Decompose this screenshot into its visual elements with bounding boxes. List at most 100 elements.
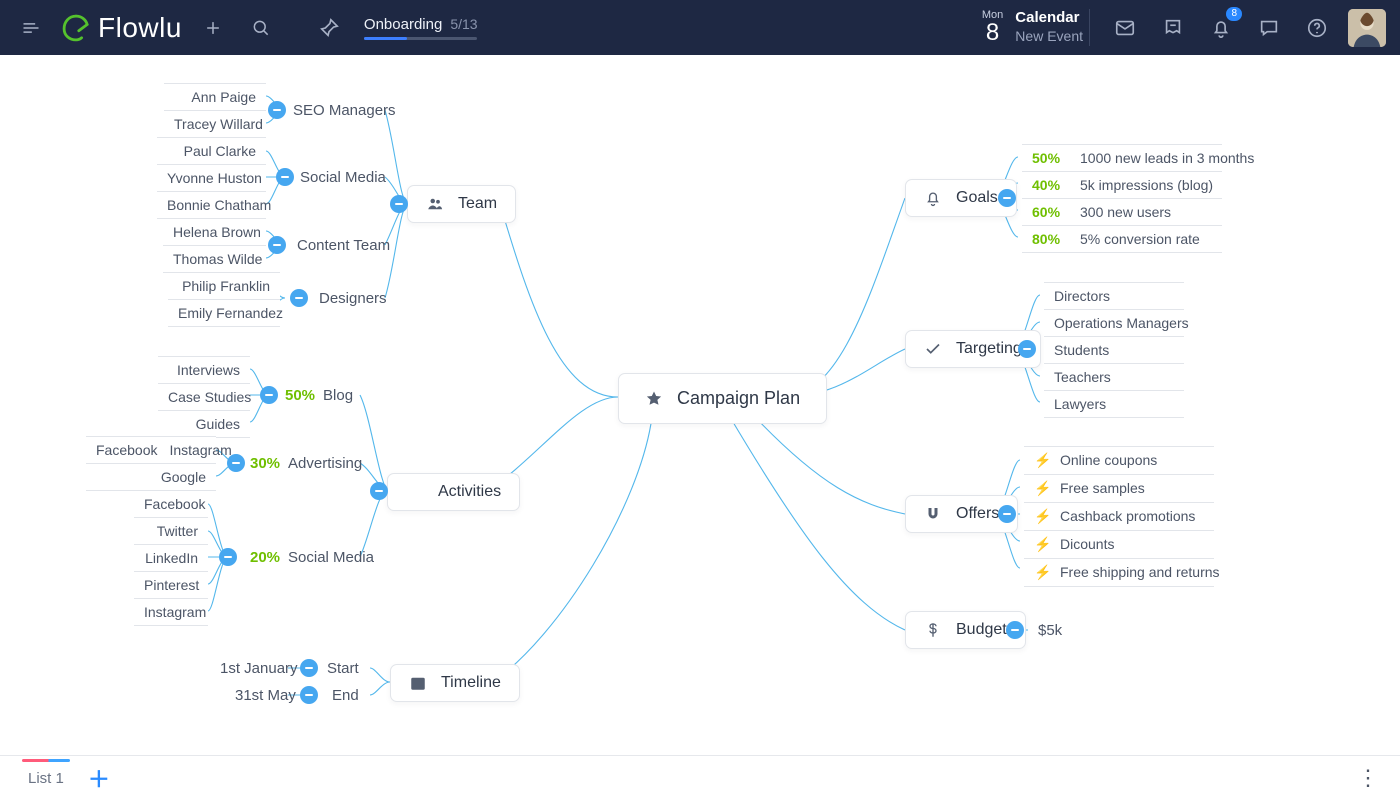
inbox-button[interactable]	[1108, 11, 1142, 45]
leaf-item[interactable]: FacebookInstagram	[86, 436, 216, 464]
targeting-item[interactable]: Directors	[1044, 282, 1184, 310]
leaf-member[interactable]: Yvonne Huston	[157, 164, 266, 192]
mindmap-center-node[interactable]: Campaign Plan	[618, 373, 827, 424]
calendar-widget[interactable]: Mon 8 Calendar New Event	[982, 9, 1090, 45]
collapse-team-social[interactable]	[276, 168, 294, 186]
leaf-item[interactable]: Interviews	[158, 356, 250, 384]
timeline-end-value[interactable]: 31st May	[235, 687, 296, 704]
leaf-member[interactable]: Bonnie Chatham	[157, 191, 266, 219]
goal-item[interactable]: 40%5k impressions (blog)	[1022, 171, 1222, 199]
collapse-blog[interactable]	[260, 386, 278, 404]
notification-badge: 8	[1226, 7, 1242, 21]
leaf-member[interactable]: Emily Fernandez	[168, 299, 280, 327]
leaf-item[interactable]: Twitter	[134, 517, 208, 545]
timeline-start-value[interactable]: 1st January	[220, 660, 298, 677]
collapse-timeline-end[interactable]	[300, 686, 318, 704]
blog-items: Interviews Case Studies Guides	[158, 356, 250, 438]
timeline-end-label[interactable]: End	[332, 687, 359, 704]
calendar-icon	[409, 674, 427, 692]
targeting-item[interactable]: Teachers	[1044, 363, 1184, 391]
targeting-items: Directors Operations Managers Students T…	[1044, 282, 1184, 418]
leaf-member[interactable]: Ann Paige	[164, 83, 266, 111]
collapse-targeting[interactable]	[1018, 340, 1036, 358]
goal-item[interactable]: 50%1000 new leads in 3 months	[1022, 144, 1222, 172]
timeline-start-label[interactable]: Start	[327, 660, 359, 677]
collapse-goals[interactable]	[998, 189, 1016, 207]
star-icon	[645, 390, 663, 408]
activities-blog[interactable]: 50%Blog	[285, 387, 353, 404]
collapse-timeline-start[interactable]	[300, 659, 318, 677]
goal-item[interactable]: 80%5% conversion rate	[1022, 225, 1222, 253]
leaf-item[interactable]: Pinterest	[134, 571, 208, 599]
leaf-item[interactable]: LinkedIn	[134, 544, 208, 572]
offer-item[interactable]: ⚡Free samples	[1024, 474, 1214, 503]
collapse-activities[interactable]	[370, 482, 388, 500]
goal-item[interactable]: 60%300 new users	[1022, 198, 1222, 226]
leaf-item[interactable]: Case Studies	[158, 383, 250, 411]
leaf-item[interactable]: Guides	[158, 410, 250, 438]
team-seo-members: Ann Paige Tracey Willard	[164, 83, 266, 138]
collapse-budget[interactable]	[1006, 621, 1024, 639]
collapse-designers[interactable]	[290, 289, 308, 307]
node-timeline[interactable]: Timeline	[390, 664, 520, 702]
activities-advertising[interactable]: 30%Advertising	[250, 455, 362, 472]
team-designers-label[interactable]: Designers	[319, 290, 387, 307]
collapse-team[interactable]	[390, 195, 408, 213]
node-activities[interactable]: Activities	[387, 473, 520, 511]
onboarding-progress: 5/13	[450, 16, 477, 32]
onboarding-widget[interactable]: Onboarding 5/13	[364, 16, 478, 40]
collapse-offers[interactable]	[998, 505, 1016, 523]
offer-item[interactable]: ⚡Cashback promotions	[1024, 502, 1214, 531]
onboarding-progress-bar	[364, 37, 477, 40]
team-content-label[interactable]: Content Team	[297, 237, 390, 254]
sidebar-toggle[interactable]	[14, 11, 48, 45]
offer-item[interactable]: ⚡Free shipping and returns	[1024, 558, 1214, 587]
team-social-label[interactable]: Social Media	[300, 169, 386, 186]
leaf-member[interactable]: Helena Brown	[163, 218, 266, 246]
add-tab-button[interactable]: ＋	[88, 762, 110, 794]
leaf-member[interactable]: Thomas Wilde	[163, 245, 266, 273]
offer-item[interactable]: ⚡Online coupons	[1024, 446, 1214, 475]
tab-list-1[interactable]: List 1	[22, 760, 70, 797]
leaf-member[interactable]: Tracey Willard	[164, 110, 266, 138]
users-icon	[426, 195, 444, 213]
notifications-button[interactable]: 8	[1204, 11, 1238, 45]
mindmap-canvas[interactable]: Campaign Plan Team SEO Managers Ann Paig…	[0, 55, 1400, 755]
activities-social[interactable]: 20%Social Media	[250, 549, 374, 566]
targeting-item[interactable]: Operations Managers	[1044, 309, 1184, 337]
user-avatar[interactable]	[1348, 9, 1386, 47]
leaf-item[interactable]: Instagram	[134, 598, 208, 626]
leaf-item[interactable]: Facebook	[134, 490, 208, 518]
brand-name: Flowlu	[98, 12, 182, 44]
leaf-member[interactable]: Philip Franklin	[168, 272, 280, 300]
offer-item[interactable]: ⚡Dicounts	[1024, 530, 1214, 559]
notes-button[interactable]	[1156, 11, 1190, 45]
check-icon	[924, 340, 942, 358]
search-button[interactable]	[244, 11, 278, 45]
advertising-items: FacebookInstagram Google	[86, 436, 216, 491]
footer-bar: List 1 ＋ ⋮	[0, 755, 1400, 800]
footer-more-button[interactable]: ⋮	[1357, 765, 1378, 791]
offers-items: ⚡Online coupons ⚡Free samples ⚡Cashback …	[1024, 446, 1214, 587]
collapse-seo[interactable]	[268, 101, 286, 119]
budget-value[interactable]: $5k	[1038, 622, 1062, 639]
team-seo-label[interactable]: SEO Managers	[293, 102, 396, 119]
pin-button[interactable]	[312, 11, 346, 45]
leaf-item[interactable]: Google	[86, 463, 216, 491]
social-items: Facebook Twitter LinkedIn Pinterest Inst…	[134, 490, 208, 626]
collapse-act-social[interactable]	[219, 548, 237, 566]
collapse-content[interactable]	[268, 236, 286, 254]
node-team[interactable]: Team	[407, 185, 516, 223]
create-new-button[interactable]	[196, 11, 230, 45]
timeline-label: Timeline	[441, 674, 501, 692]
leaf-member[interactable]: Paul Clarke	[157, 137, 266, 165]
team-label: Team	[458, 195, 497, 213]
help-button[interactable]	[1300, 11, 1334, 45]
targeting-item[interactable]: Lawyers	[1044, 390, 1184, 418]
chat-button[interactable]	[1252, 11, 1286, 45]
budget-label: Budget	[956, 621, 1007, 639]
targeting-item[interactable]: Students	[1044, 336, 1184, 364]
brand-logo[interactable]: Flowlu	[62, 12, 182, 44]
targeting-label: Targeting	[956, 340, 1022, 358]
team-social-members: Paul Clarke Yvonne Huston Bonnie Chatham	[157, 137, 266, 219]
